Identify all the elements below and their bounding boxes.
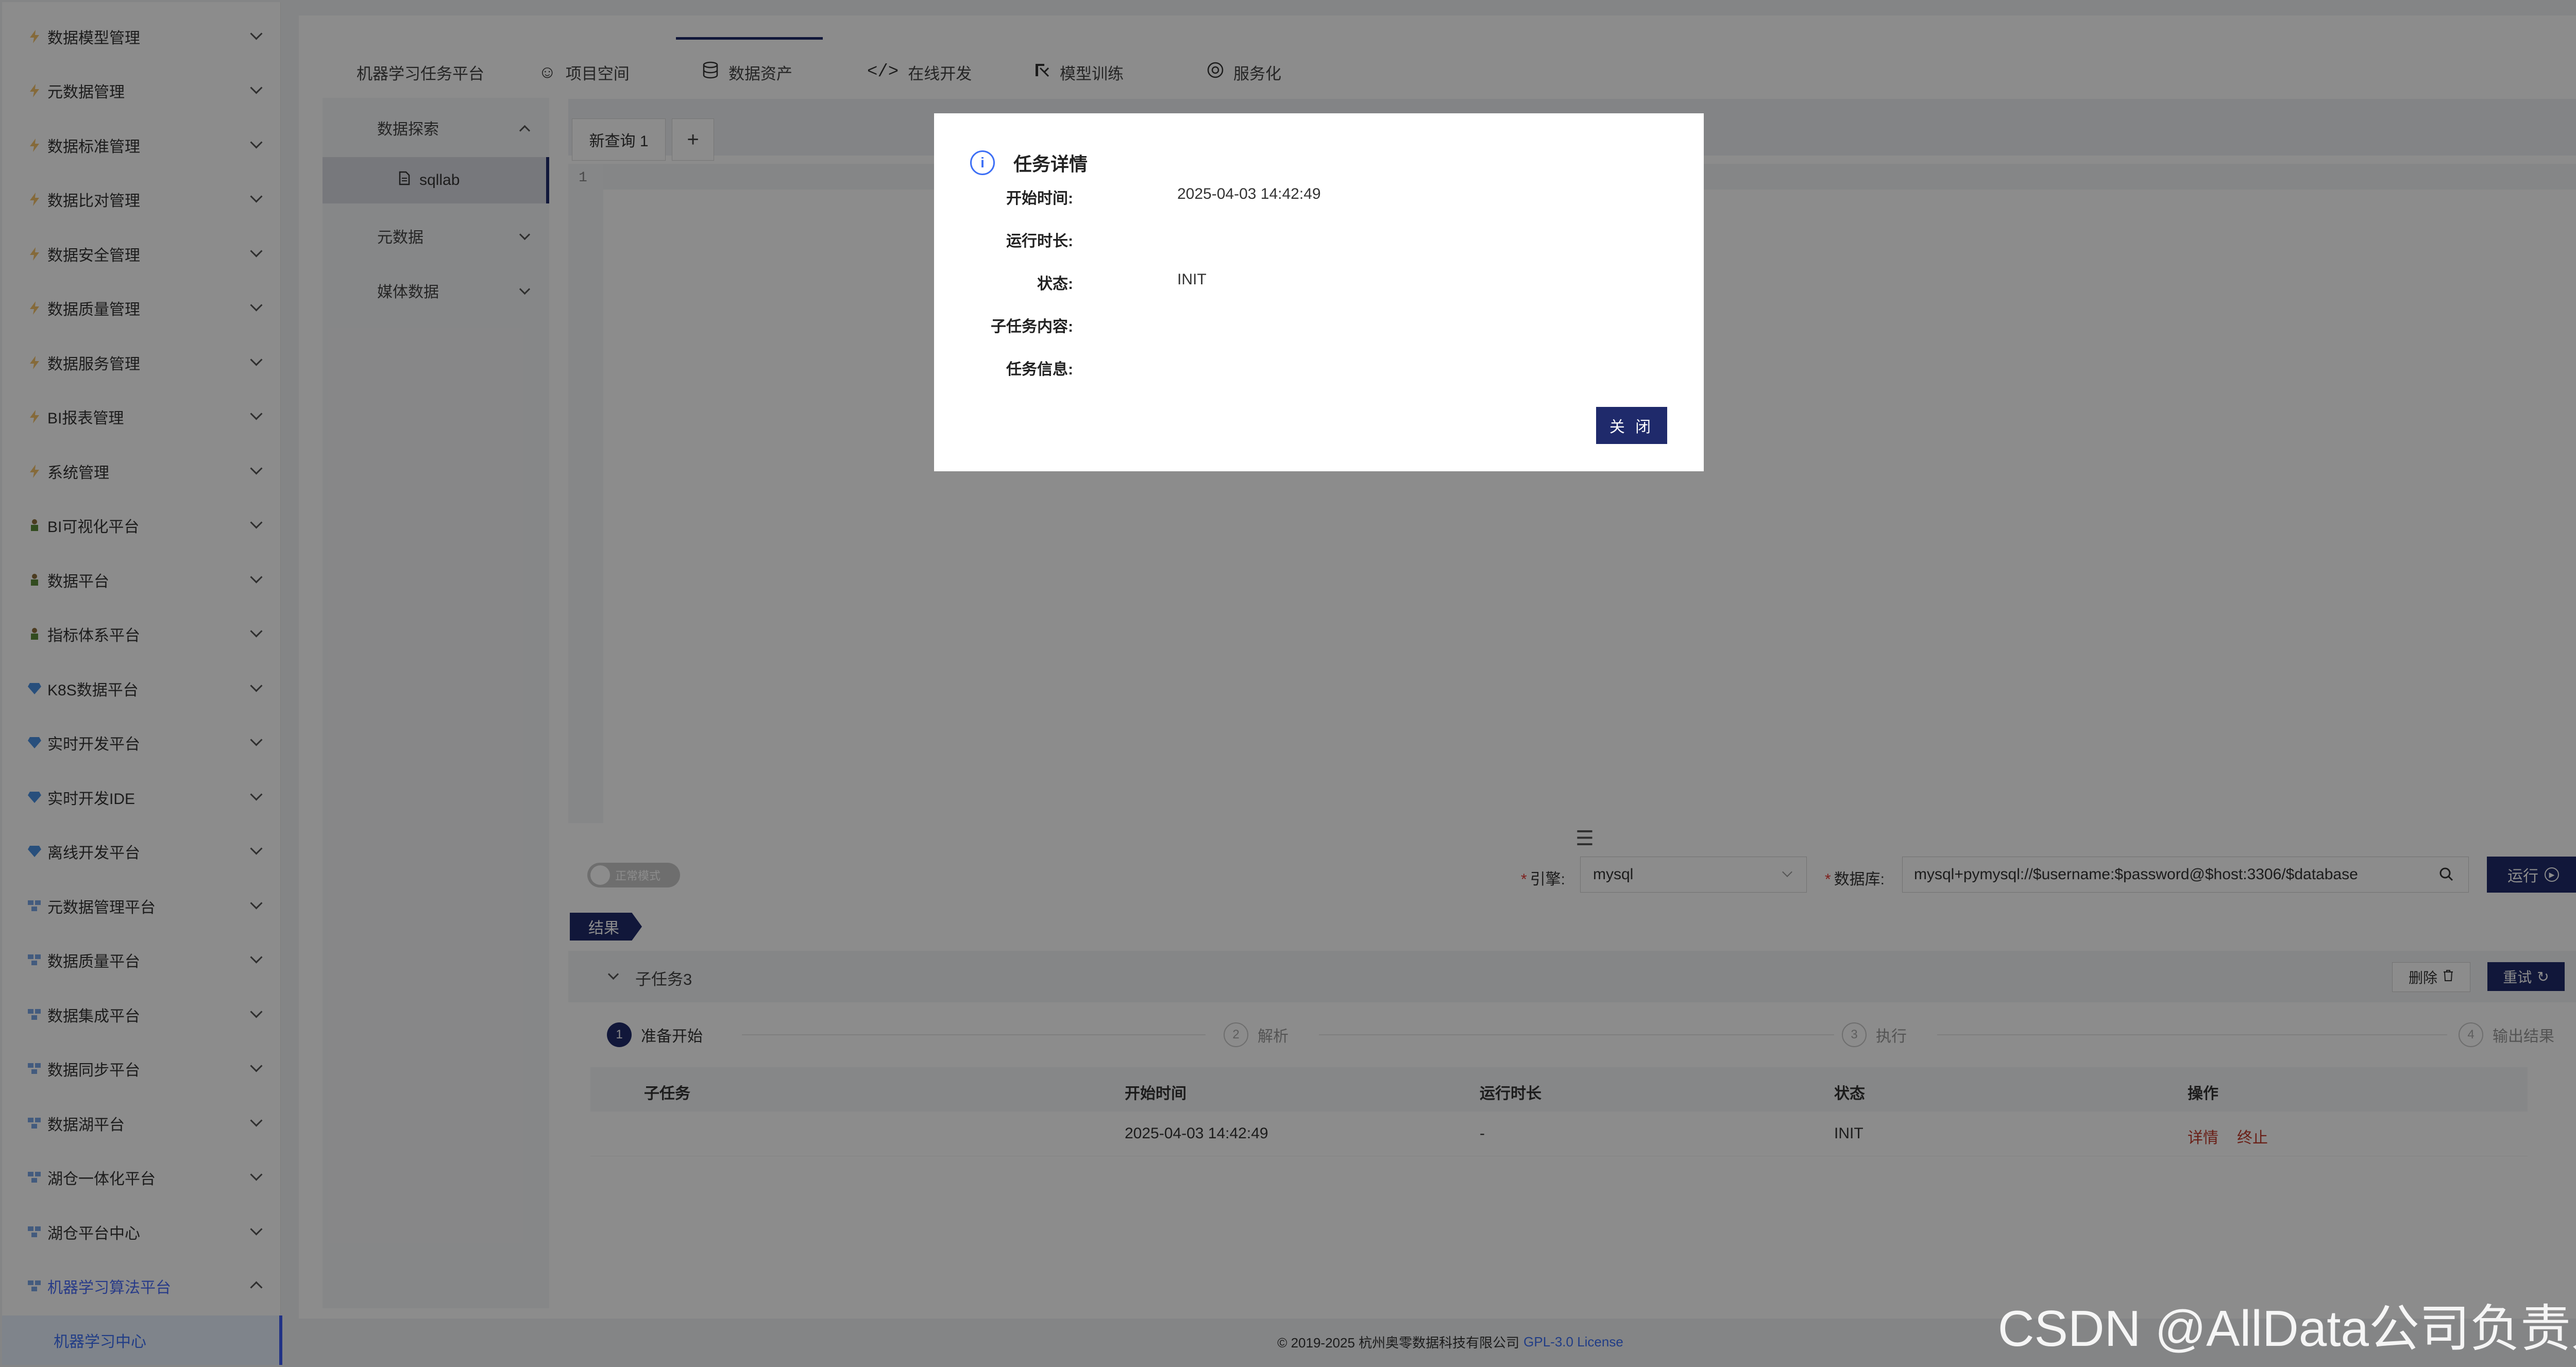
detail-key: 运行时长: [1006,233,1073,250]
csdn-watermark: CSDN @AllData公司负责人 [1997,1300,2576,1357]
task-detail-modal: i 任务详情 开始时间: 2025-04-03 14:42:49 运行时长: 状… [934,113,1704,471]
app-window: 数据模型管理 元数据管理 数据标准管理 数据比对管理 数据安全管理 数据质量管理 [0,0,2576,1367]
modal-title: 任务详情 [1013,153,1088,175]
detail-value: 2025-04-03 14:42:49 [1177,185,1321,202]
detail-key: 开始时间: [1006,190,1073,207]
detail-row-status: 状态: INIT [934,266,1704,297]
detail-key: 状态: [1037,276,1073,293]
close-label: 关 闭 [1609,419,1654,436]
modal-header: i 任务详情 [970,149,1088,176]
detail-row-duration: 运行时长: [934,223,1704,254]
detail-row-start-time: 开始时间: 2025-04-03 14:42:49 [934,180,1704,211]
detail-key: 任务信息: [1006,361,1073,378]
detail-row-task-info: 任务信息: [934,351,1704,382]
detail-value: INIT [1177,271,1207,288]
detail-row-subtask-content: 子任务内容: [934,309,1704,339]
detail-key: 子任务内容: [991,318,1073,335]
close-button[interactable]: 关 闭 [1596,407,1667,444]
info-icon: i [970,150,995,175]
